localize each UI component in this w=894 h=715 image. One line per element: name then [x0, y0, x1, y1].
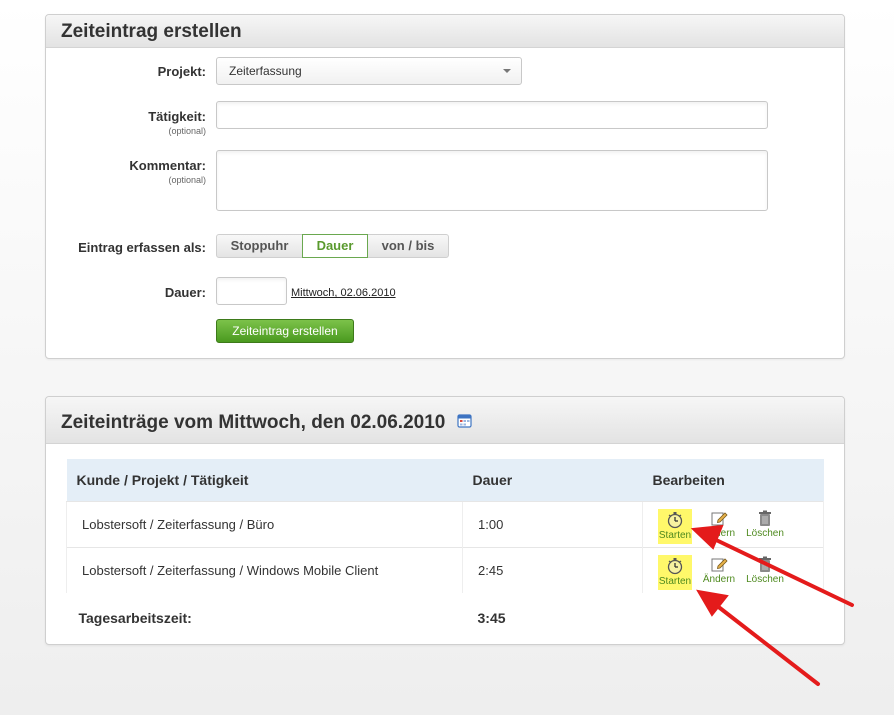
- delete-button[interactable]: Löschen: [746, 509, 784, 540]
- delete-label: Löschen: [746, 573, 784, 585]
- create-entry-title: Zeiteintrag erstellen: [46, 15, 844, 48]
- activity-label-text: Tätigkeit:: [148, 109, 206, 124]
- chevron-down-icon: [503, 69, 511, 73]
- total-row: Tagesarbeitszeit: 3:45: [67, 593, 824, 643]
- delete-label: Löschen: [746, 527, 784, 539]
- edit-label: Ändern: [702, 527, 736, 539]
- entries-table: Kunde / Projekt / Tätigkeit Dauer Bearbe…: [66, 459, 824, 643]
- table-row: Lobstersoft / Zeiterfassung / Büro 1:00: [66, 500, 824, 547]
- entry-duration: 1:00: [462, 500, 643, 547]
- entry-task: Lobstersoft / Zeiterfassung / Büro: [66, 500, 463, 547]
- create-entry-panel: Zeiteintrag erstellen Projekt: Zeiterfas…: [45, 14, 845, 359]
- duration-input[interactable]: [216, 277, 287, 305]
- create-entry-button[interactable]: Zeiteintrag erstellen: [216, 319, 354, 343]
- activity-label: Tätigkeit: (optional): [46, 109, 206, 136]
- total-label: Tagesarbeitszeit:: [78, 610, 192, 626]
- entry-actions: Starten Ändern Löschen: [642, 500, 824, 547]
- project-select-value: Zeiterfassung: [229, 64, 302, 78]
- entry-task: Lobstersoft / Zeiterfassung / Windows Mo…: [66, 546, 463, 593]
- entry-actions: Starten Ändern Löschen: [642, 546, 824, 593]
- entry-duration: 2:45: [462, 546, 643, 593]
- comment-label: Kommentar: (optional): [46, 158, 206, 185]
- stopwatch-icon: [667, 511, 683, 528]
- delete-button[interactable]: Löschen: [746, 555, 784, 586]
- start-button[interactable]: Starten: [658, 554, 692, 590]
- comment-label-text: Kommentar:: [129, 158, 206, 173]
- comment-hint: (optional): [168, 175, 206, 185]
- column-header-actions: Bearbeiten: [642, 459, 824, 501]
- entries-panel: Zeiteinträge vom Mittwoch, den 02.06.201…: [45, 396, 845, 645]
- project-label: Projekt:: [157, 64, 206, 79]
- duration-label: Dauer:: [164, 285, 206, 300]
- activity-input[interactable]: [216, 101, 768, 129]
- table-row: Lobstersoft / Zeiterfassung / Windows Mo…: [66, 546, 824, 593]
- edit-button[interactable]: Ändern: [700, 509, 738, 540]
- edit-pencil-icon: [711, 511, 728, 525]
- mode-range-button[interactable]: von / bis: [367, 234, 449, 258]
- start-label: Starten: [658, 575, 692, 587]
- mode-label: Eintrag erfassen als:: [78, 240, 206, 255]
- edit-label: Ändern: [702, 573, 736, 585]
- table-header-row: Kunde / Projekt / Tätigkeit Dauer Bearbe…: [66, 459, 824, 501]
- trash-icon: [759, 510, 771, 526]
- entries-header: Zeiteinträge vom Mittwoch, den 02.06.201…: [46, 397, 844, 444]
- column-header-duration: Dauer: [462, 459, 643, 501]
- mode-stopwatch-button[interactable]: Stoppuhr: [216, 234, 303, 258]
- column-header-task: Kunde / Projekt / Tätigkeit: [66, 459, 463, 501]
- calendar-icon[interactable]: [457, 397, 472, 449]
- stopwatch-icon: [667, 557, 683, 574]
- entries-title: Zeiteinträge vom Mittwoch, den 02.06.201…: [61, 412, 446, 434]
- start-label: Starten: [658, 529, 692, 541]
- edit-button[interactable]: Ändern: [700, 555, 738, 586]
- project-select[interactable]: Zeiterfassung: [216, 57, 522, 85]
- total-value: 3:45: [477, 610, 506, 626]
- mode-duration-button[interactable]: Dauer: [302, 234, 368, 258]
- trash-icon: [759, 556, 771, 572]
- activity-hint: (optional): [168, 126, 206, 136]
- comment-textarea[interactable]: [216, 150, 768, 211]
- start-button[interactable]: Starten: [658, 508, 692, 544]
- edit-pencil-icon: [711, 558, 728, 572]
- date-link[interactable]: Mittwoch, 02.06.2010: [291, 287, 396, 299]
